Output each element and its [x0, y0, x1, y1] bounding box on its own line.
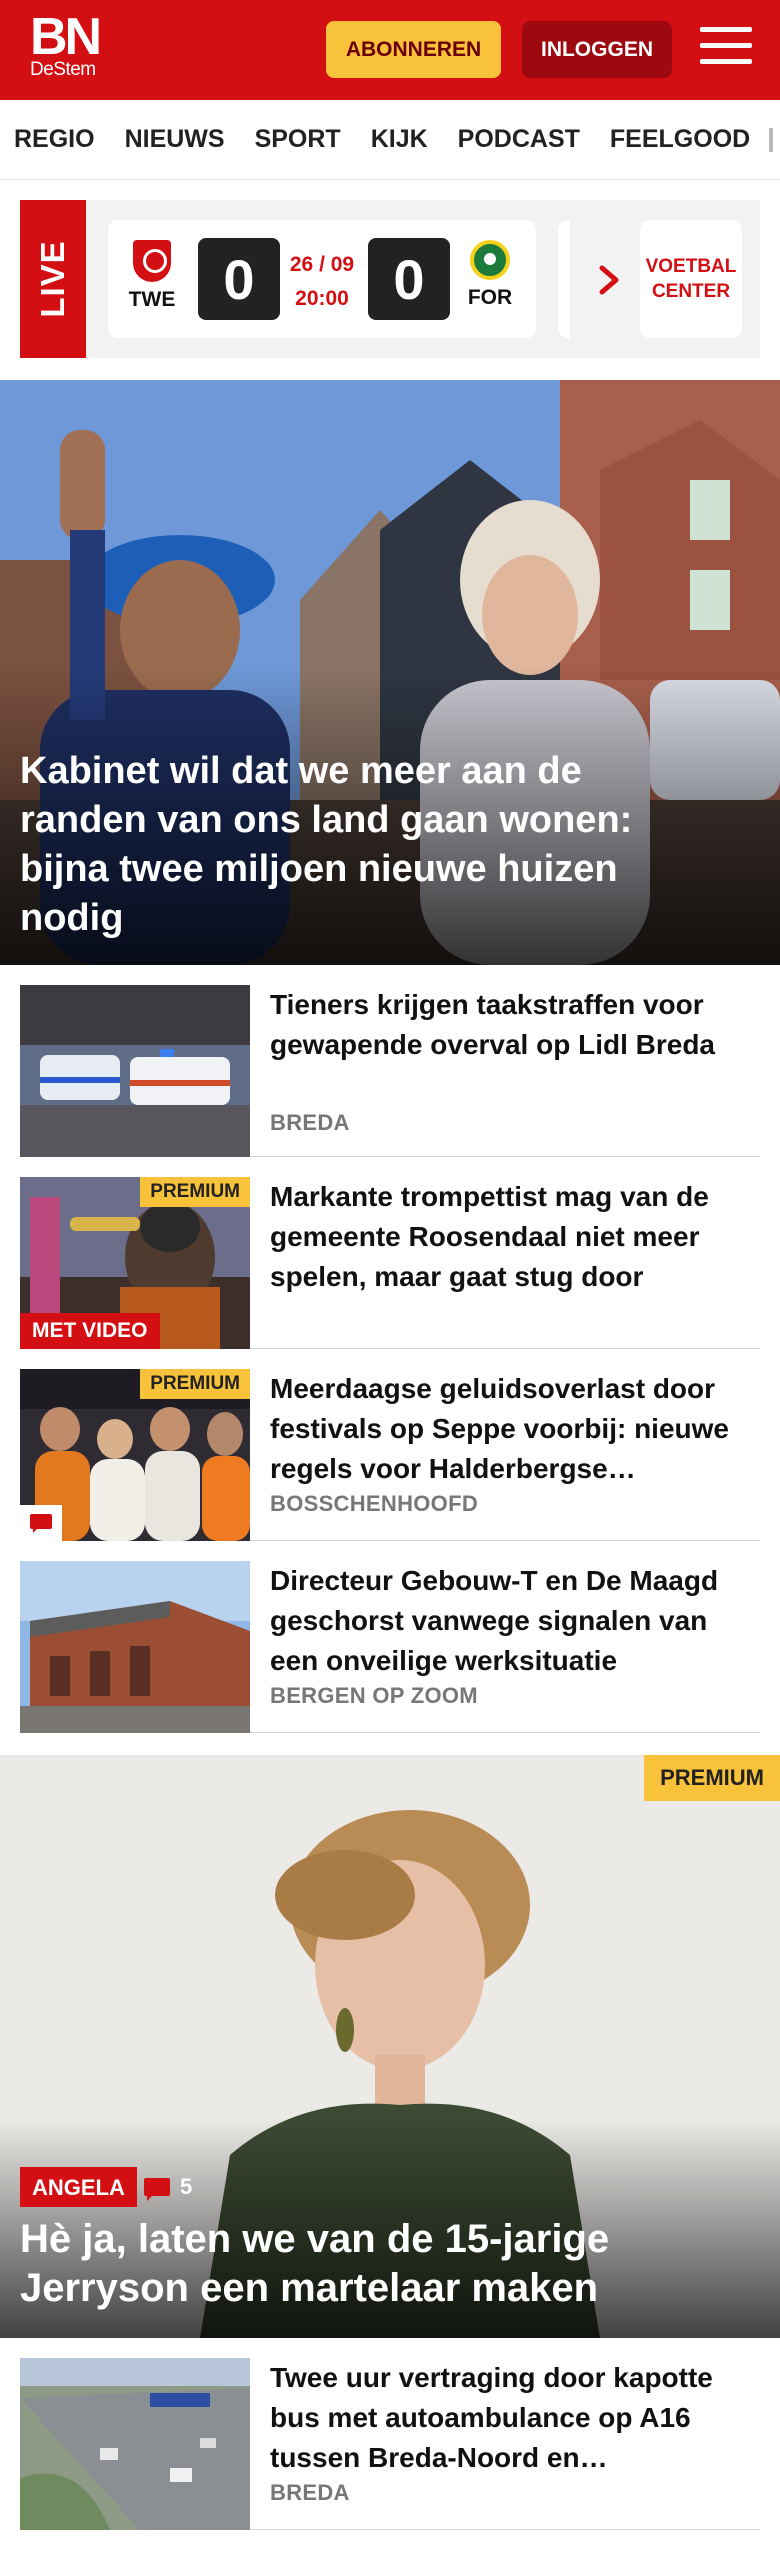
- logo-sub: DeStem: [30, 59, 96, 80]
- hero-article[interactable]: Kabinet wil dat we meer aan de randen va…: [0, 380, 780, 965]
- nav-item-nieuws[interactable]: NIEUWS: [125, 125, 225, 154]
- featured-column[interactable]: PREMIUM ANGELA 5 Hè ja, laten we van de …: [0, 1755, 780, 2338]
- premium-badge: PREMIUM: [140, 1177, 250, 1207]
- hero-title[interactable]: Kabinet wil dat we meer aan de randen va…: [20, 747, 700, 943]
- feature-title[interactable]: Hè ja, laten we van de 15-jarige Jerryso…: [20, 2215, 760, 2313]
- list-item[interactable]: PREMIUM MET VIDEO Markante trompettist m…: [20, 1157, 760, 1349]
- fortuna-crest-icon: [470, 240, 510, 280]
- article-category: BERGEN OP ZOOM: [270, 1683, 478, 1708]
- main-nav: REGIO NIEUWS SPORT KIJK PODCAST FEELGOOD: [0, 100, 780, 180]
- article-thumbnail[interactable]: [20, 2358, 250, 2530]
- match-date: 26 / 09: [289, 253, 355, 276]
- article-title[interactable]: Tieners krijgen taakstraffen voor gewape…: [270, 985, 750, 1065]
- live-score-bar: LIVE TWE 0 26 / 09 20:00 0 FOR VOETBAL C…: [20, 200, 760, 358]
- list-item[interactable]: PREMIUM Meerdaagse geluidsoverlast door …: [20, 1349, 760, 1541]
- home-team: TWE: [122, 240, 182, 312]
- columnist-label[interactable]: ANGELA: [20, 2167, 137, 2207]
- logo-main: BN: [30, 8, 102, 66]
- home-score: 0: [198, 238, 280, 320]
- article-category: BOSSCHENHOOFD: [270, 1491, 479, 1516]
- list-item[interactable]: Tieners krijgen taakstraffen voor gewape…: [20, 965, 760, 1157]
- nav-item-regio[interactable]: REGIO: [14, 125, 95, 154]
- article-title[interactable]: Markante trompettist mag van de gemeente…: [270, 1177, 750, 1297]
- article-title[interactable]: Directeur Gebouw-T en De Maagd geschorst…: [270, 1561, 750, 1681]
- away-team: FOR: [460, 240, 520, 310]
- hamburger-menu-icon[interactable]: [700, 27, 752, 71]
- comment-count[interactable]: 5: [134, 2167, 192, 2207]
- nav-item-feelgood[interactable]: FEELGOOD: [610, 125, 750, 154]
- login-button[interactable]: INLOGGEN: [522, 21, 672, 78]
- article-category: BREDA: [270, 2480, 350, 2505]
- comment-icon: [20, 1505, 62, 1541]
- nav-item-kijk[interactable]: KIJK: [371, 125, 428, 154]
- comment-icon: [144, 2178, 170, 2201]
- nav-item-podcast[interactable]: PODCAST: [458, 125, 580, 154]
- twente-crest-icon: [133, 240, 171, 282]
- away-team-abbr: FOR: [467, 286, 513, 309]
- nav-overflow-indicator: [760, 100, 780, 179]
- premium-badge: PREMIUM: [644, 1755, 780, 1801]
- article-thumbnail[interactable]: PREMIUM: [20, 1369, 250, 1541]
- match-datetime: 26 / 09 20:00: [282, 248, 362, 316]
- next-match-card-edge[interactable]: [558, 220, 570, 338]
- subscribe-button[interactable]: ABONNEREN: [326, 21, 501, 78]
- nav-item-sport[interactable]: SPORT: [255, 125, 341, 154]
- list-item[interactable]: Twee uur vertraging door kapotte bus met…: [20, 2338, 760, 2530]
- home-team-abbr: TWE: [128, 288, 176, 311]
- video-badge: MET VIDEO: [20, 1313, 160, 1349]
- article-thumbnail[interactable]: PREMIUM MET VIDEO: [20, 1177, 250, 1349]
- match-card[interactable]: TWE 0 26 / 09 20:00 0 FOR: [108, 220, 536, 338]
- live-label: LIVE: [20, 200, 86, 358]
- site-logo[interactable]: BN DeStem: [30, 8, 102, 80]
- voetbal-center-button[interactable]: VOETBAL CENTER: [640, 220, 742, 338]
- article-thumbnail[interactable]: [20, 985, 250, 1157]
- article-title[interactable]: Twee uur vertraging door kapotte bus met…: [270, 2358, 750, 2478]
- article-category: BREDA: [270, 1110, 350, 1135]
- article-thumbnail[interactable]: [20, 1561, 250, 1733]
- away-score: 0: [368, 238, 450, 320]
- list-item[interactable]: Directeur Gebouw-T en De Maagd geschorst…: [20, 1541, 760, 1733]
- top-header: BN DeStem ABONNEREN INLOGGEN: [0, 0, 780, 100]
- article-title[interactable]: Meerdaagse geluidsoverlast door festival…: [270, 1369, 750, 1489]
- match-time: 20:00: [295, 287, 349, 310]
- chevron-right-icon[interactable]: [594, 250, 624, 310]
- premium-badge: PREMIUM: [140, 1369, 250, 1399]
